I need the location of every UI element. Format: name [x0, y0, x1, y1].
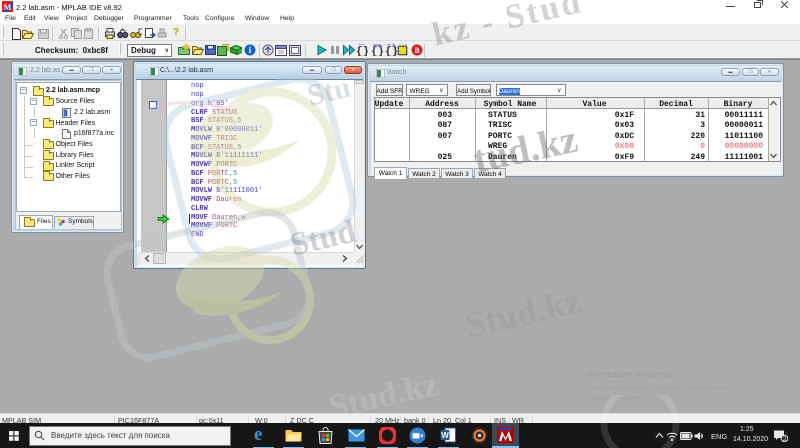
svg-text:2: 2	[783, 436, 787, 442]
svg-text:M: M	[4, 3, 12, 12]
svg-text:B: B	[414, 46, 420, 55]
svg-text:{}: {}	[356, 46, 368, 56]
svg-text:W: W	[441, 431, 449, 440]
